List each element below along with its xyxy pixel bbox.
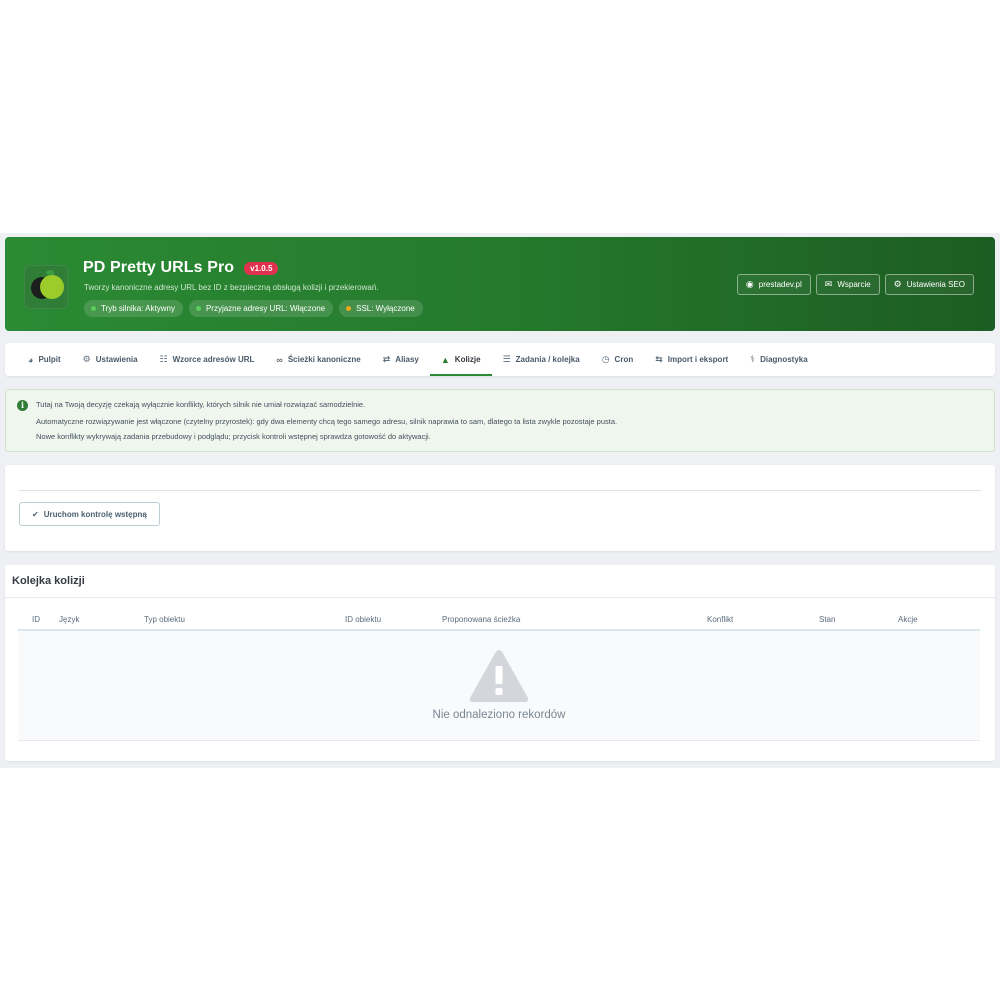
tasks-icon: ☰	[502, 354, 511, 364]
column-header[interactable]: ID	[32, 615, 40, 624]
module-logo	[24, 265, 68, 309]
clock-icon: ◷	[601, 354, 610, 364]
module-tabs: ◕ Pulpit ⚙ Ustawienia ☷ Wzorce adresów U…	[5, 343, 995, 376]
status-dot-icon	[91, 306, 96, 311]
info-icon: i	[17, 400, 28, 411]
status-dot-icon	[346, 306, 352, 311]
status-pill-friendly-urls: Przyjazne adresy URL: Włączone	[188, 300, 334, 317]
column-header[interactable]: Stan	[819, 615, 835, 624]
sitemap-icon: ☷	[159, 354, 168, 364]
status-dot-icon	[195, 306, 201, 311]
info-alert: i Tutaj na Twoją decyzję czekają wyłączn…	[5, 389, 995, 452]
tab-cron[interactable]: ◷ Cron	[591, 343, 645, 376]
tab-canonical-paths[interactable]: ∞ Ścieżki kanoniczne	[265, 343, 371, 376]
alert-line: Automatyczne rozwiązywanie jest włączone…	[36, 417, 618, 426]
panel-title: Kolejka kolizji	[5, 565, 995, 598]
module-subtitle: Tworzy kanoniczne adresy URL bez ID z be…	[84, 283, 379, 292]
envelope-icon: ✉	[824, 279, 833, 289]
version-badge: v1.0.5	[244, 261, 279, 275]
globe-icon: ◉	[745, 279, 754, 289]
column-header[interactable]: Akcje	[898, 615, 918, 624]
support-button[interactable]: ✉ Wsparcie	[815, 274, 880, 295]
alert-line: Tutaj na Twoją decyzję czekają wyłącznie…	[36, 400, 366, 409]
tab-tasks-queue[interactable]: ☰ Zadania / kolejka	[492, 343, 591, 376]
warning-icon	[468, 648, 530, 704]
alert-line: Nowe konflikty wykrywają zadania przebud…	[36, 432, 431, 441]
tab-settings[interactable]: ⚙ Ustawienia	[72, 343, 149, 376]
collision-queue-panel: Kolejka kolizji ID Język Typ obiektu ID …	[5, 565, 995, 761]
table-header: ID Język Typ obiektu ID obiektu Proponow…	[18, 612, 980, 631]
tab-aliases[interactable]: ⇄ Aliasy	[372, 343, 430, 376]
stethoscope-icon: ⚕	[750, 354, 756, 364]
tab-dashboard[interactable]: ◕ Pulpit	[17, 343, 72, 376]
column-header[interactable]: Proponowana ścieżka	[442, 615, 520, 624]
empty-table-state: Nie odnaleziono rekordów	[18, 631, 980, 741]
column-header[interactable]: Język	[59, 615, 79, 624]
column-header[interactable]: ID obiektu	[345, 615, 381, 624]
precheck-panel: ✔ Uruchom kontrolę wstępną	[5, 465, 995, 551]
divider	[19, 490, 981, 491]
module-title: PD Pretty URLs Pro	[83, 259, 235, 276]
cogs-icon: ⚙	[893, 279, 902, 289]
check-icon: ✔	[32, 509, 39, 519]
status-pill-ssl: SSL: Wyłączone	[339, 300, 423, 317]
status-pills: Tryb silnika: Aktywny Przyjazne adresy U…	[84, 300, 423, 317]
tab-diagnostics[interactable]: ⚕ Diagnostyka	[739, 343, 818, 376]
prestadev-link-button[interactable]: ◉ prestadev.pl	[736, 274, 811, 295]
column-header[interactable]: Konflikt	[707, 615, 733, 624]
exchange-icon: ⇆	[655, 354, 663, 364]
cogs-icon: ⚙	[82, 354, 91, 364]
tab-url-patterns[interactable]: ☷ Wzorce adresów URL	[149, 343, 266, 376]
status-pill-engine: Tryb silnika: Aktywny	[84, 300, 183, 317]
warning-icon: ▲	[440, 354, 450, 365]
module-header: PD Pretty URLs Pro v1.0.5 Tworzy kanonic…	[5, 237, 995, 331]
seo-settings-button[interactable]: ⚙ Ustawienia SEO	[884, 274, 974, 295]
empty-message: Nie odnaleziono rekordów	[432, 709, 566, 721]
tab-import-export[interactable]: ⇆ Import i eksport	[644, 343, 739, 376]
dashboard-icon: ◕	[28, 354, 34, 365]
run-precheck-button[interactable]: ✔ Uruchom kontrolę wstępną	[19, 502, 160, 526]
tab-collisions[interactable]: ▲ Kolizje	[429, 343, 492, 376]
column-header[interactable]: Typ obiektu	[144, 615, 185, 624]
app-container: PD Pretty URLs Pro v1.0.5 Tworzy kanonic…	[0, 233, 1000, 768]
link-icon: ∞	[276, 354, 283, 365]
random-icon: ⇄	[382, 354, 391, 364]
